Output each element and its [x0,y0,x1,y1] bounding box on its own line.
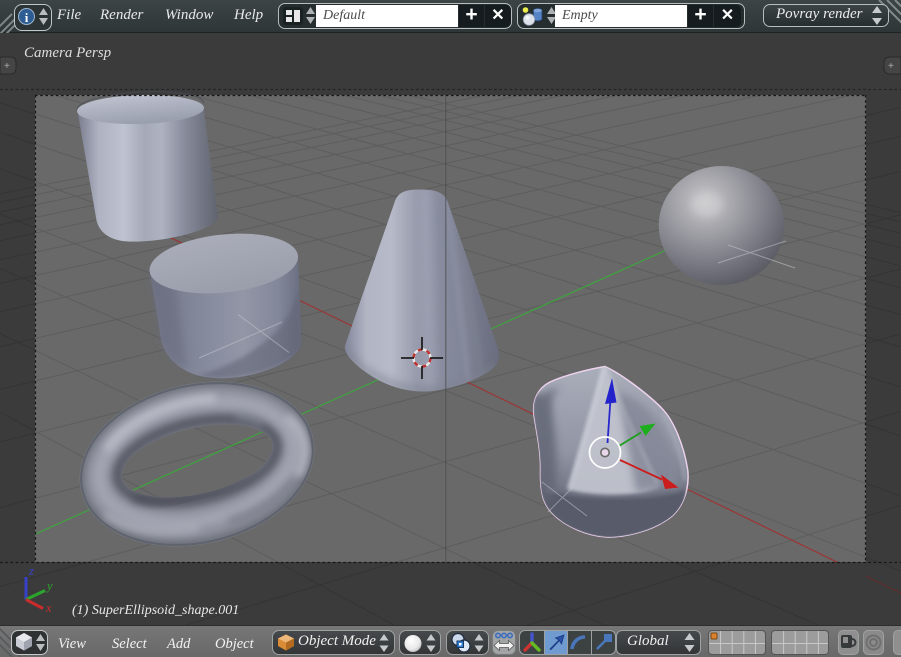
svg-text:+: + [888,61,894,72]
svg-text:z: z [28,564,34,578]
svg-text:Camera Persp: Camera Persp [24,45,112,61]
svg-text:x: x [45,601,52,615]
svg-text:y: y [45,579,53,593]
svg-text:(1) SuperEllipsoid_shape.001: (1) SuperEllipsoid_shape.001 [72,603,239,618]
svg-text:+: + [4,61,10,72]
